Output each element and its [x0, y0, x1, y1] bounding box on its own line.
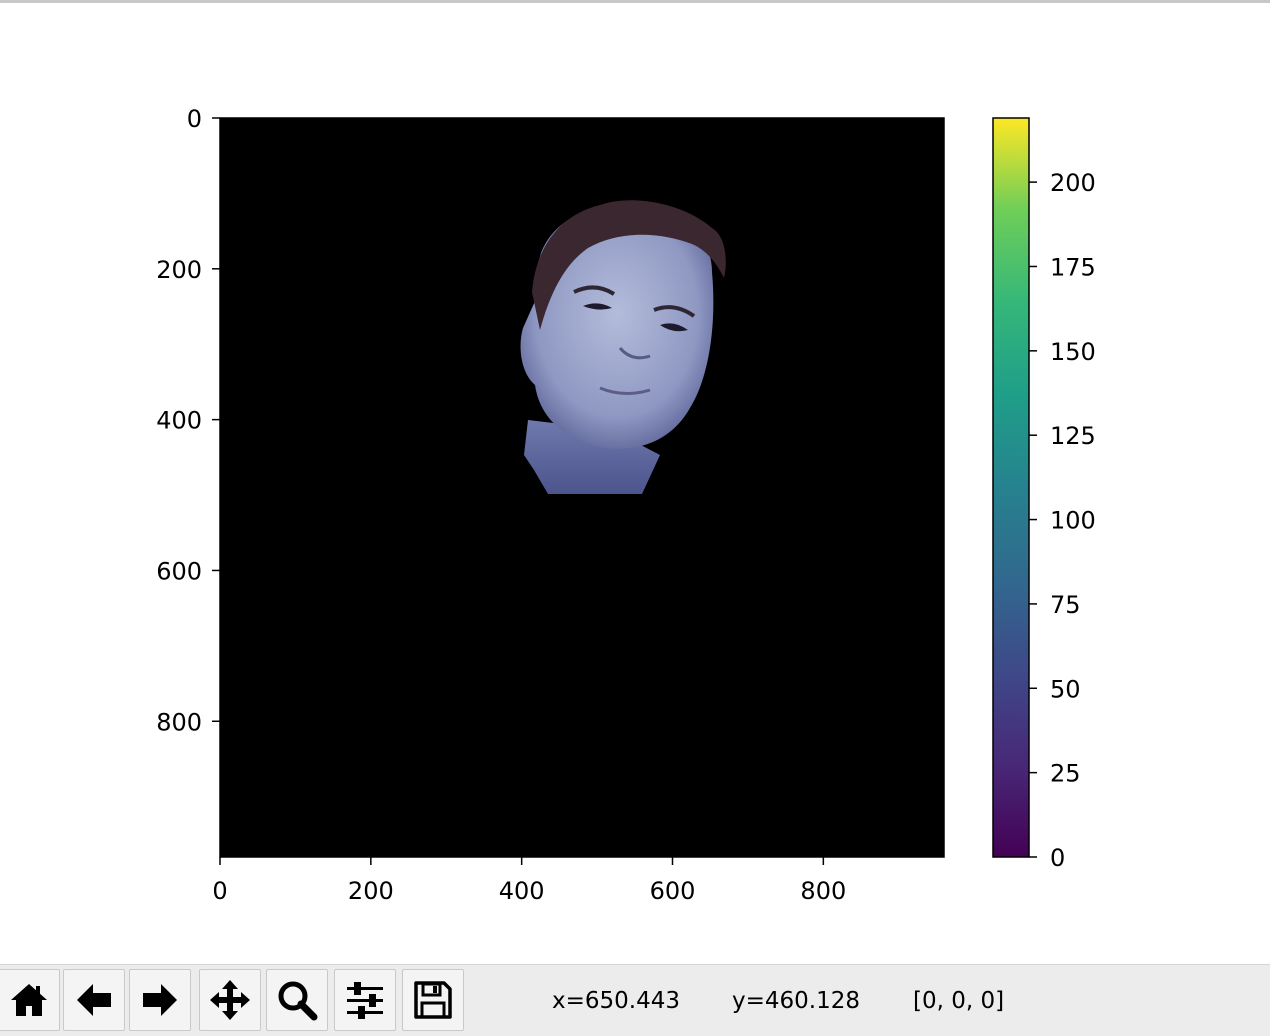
forward-button[interactable]: [129, 969, 191, 1031]
zoom-button[interactable]: [266, 969, 328, 1031]
x-tick-label: 600: [650, 877, 696, 905]
x-tick-label: 200: [348, 877, 394, 905]
home-icon: [11, 984, 47, 1016]
configure-subplots-button[interactable]: [334, 969, 396, 1031]
colorbar-tick-label: 0: [1050, 844, 1065, 872]
colorbar-tick-label: 150: [1050, 338, 1096, 366]
y-tick-label: 0: [187, 105, 202, 133]
sliders-icon: [347, 982, 383, 1019]
colorbar-tick-label: 200: [1050, 169, 1096, 197]
x-tick-label: 0: [212, 877, 227, 905]
arrow-right-icon: [143, 984, 177, 1016]
y-tick-label: 200: [156, 256, 202, 284]
colorbar-tick-label: 75: [1050, 591, 1081, 619]
floppy-disk-icon: [414, 981, 452, 1019]
x-tick-label: 800: [800, 877, 846, 905]
magnifier-icon: [278, 981, 318, 1021]
colorbar-tick-label: 50: [1050, 675, 1081, 703]
home-button[interactable]: [0, 969, 60, 1031]
colorbar: 0 25 50 75 100 125 150 175 200: [992, 117, 1096, 872]
navigation-toolbar: x=650.443 y=460.128 [0, 0, 0]: [0, 964, 1270, 1036]
coordinate-y-readout: y=460.128: [732, 988, 860, 1014]
colorbar-tick-label: 125: [1050, 422, 1096, 450]
y-tick-label: 800: [156, 708, 202, 736]
coordinate-x-readout: x=650.443: [552, 988, 680, 1014]
colorbar-tick-label: 175: [1050, 253, 1096, 281]
figure-canvas: 0 200 400 600 800 0 200 400 600 800 0 25 50 75 100 125…: [156, 105, 1096, 905]
pixel-value-readout: [0, 0, 0]: [913, 988, 1005, 1014]
colorbar-tick-label: 100: [1050, 507, 1096, 535]
save-button[interactable]: [402, 969, 464, 1031]
arrow-left-icon: [77, 984, 111, 1016]
pan-button[interactable]: [199, 969, 261, 1031]
colorbar-gradient: [993, 118, 1029, 857]
y-tick-label: 400: [156, 407, 202, 435]
back-button[interactable]: [63, 969, 125, 1031]
colorbar-tick-label: 25: [1050, 760, 1081, 788]
x-tick-label: 400: [499, 877, 545, 905]
y-tick-label: 600: [156, 557, 202, 585]
move-icon: [210, 980, 250, 1020]
